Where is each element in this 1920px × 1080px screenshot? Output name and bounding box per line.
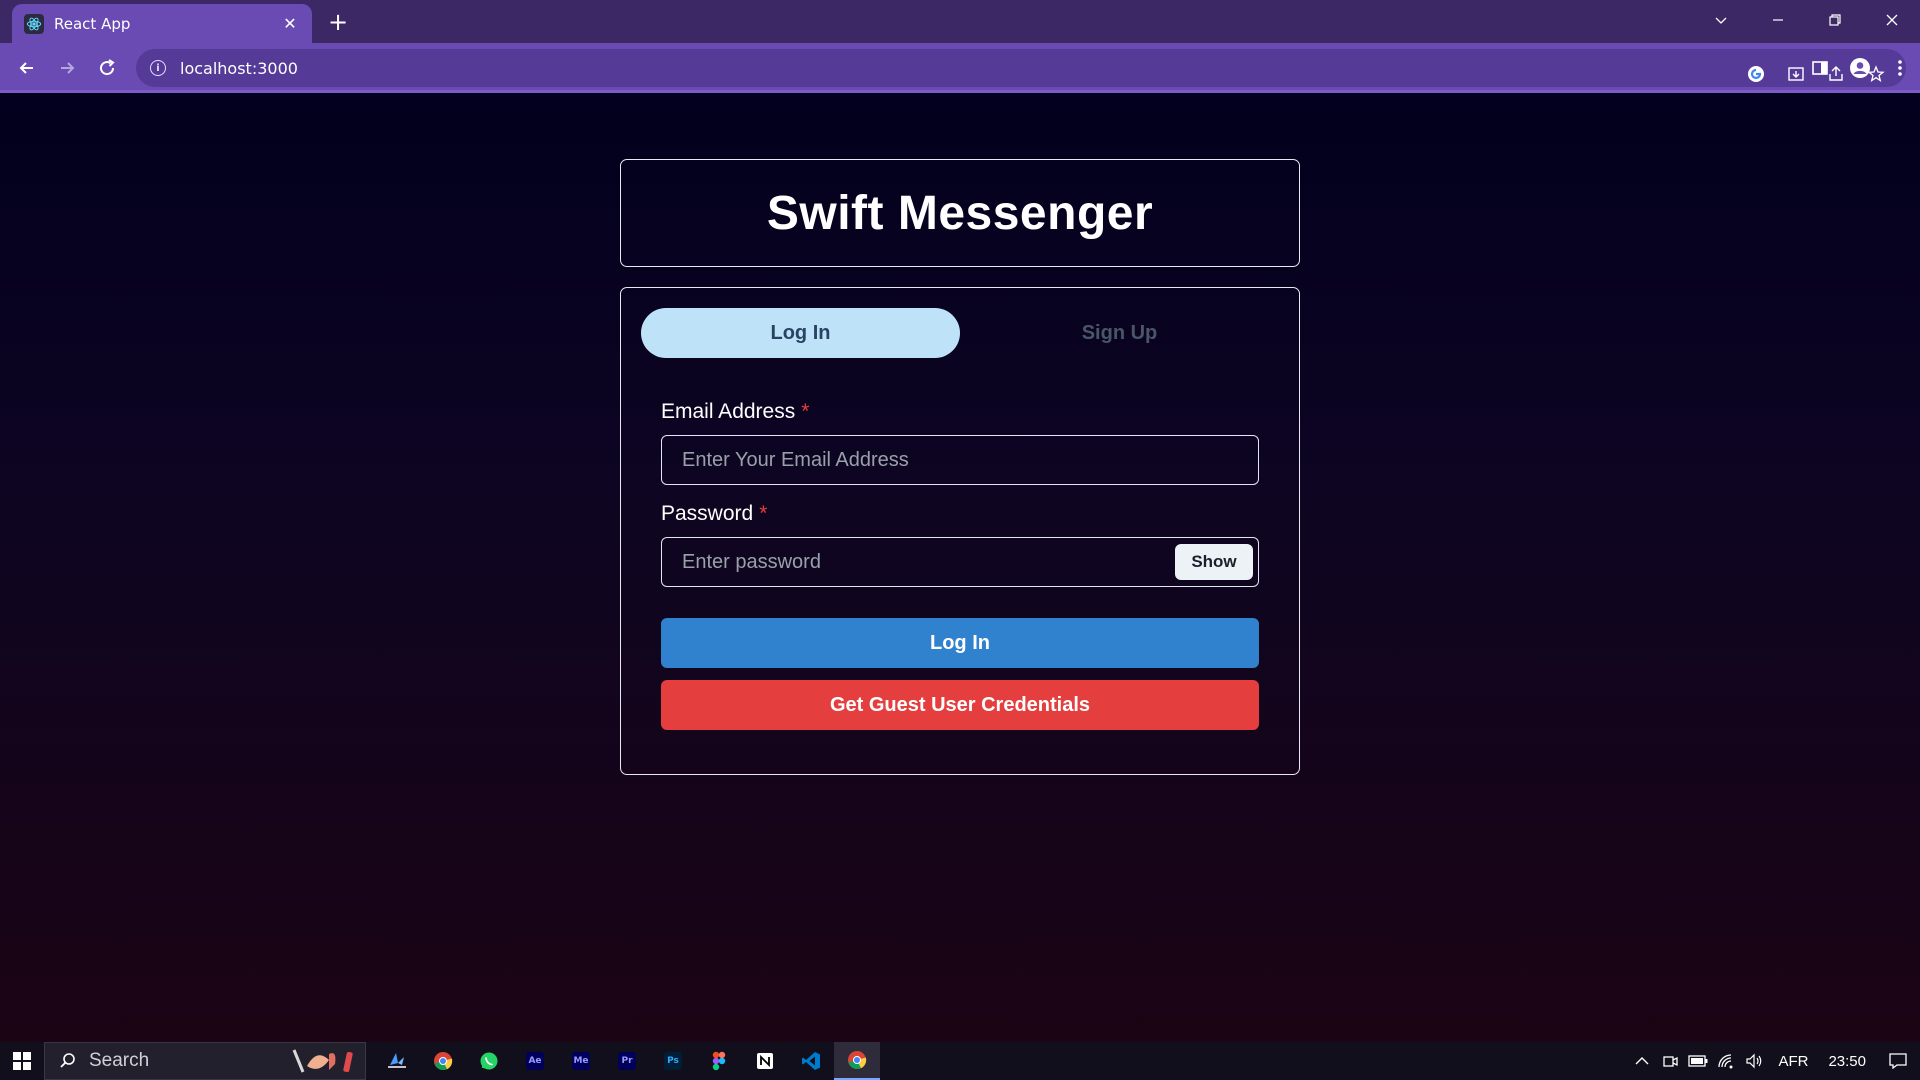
page-viewport: Swift Messenger Log In Sign Up Email Add…	[0, 96, 1920, 1042]
close-tab-icon[interactable]: ✕	[280, 14, 300, 33]
language-indicator[interactable]: AFR	[1778, 1053, 1808, 1070]
window-controls	[1692, 0, 1920, 40]
login-button[interactable]: Log In	[661, 618, 1259, 668]
tab-title: React App	[54, 14, 131, 33]
password-label: Password *	[661, 502, 767, 526]
taskbar-search-box[interactable]: Search	[44, 1042, 366, 1080]
restore-icon[interactable]	[1806, 0, 1863, 40]
toolbar-actions	[1800, 43, 1920, 93]
app-header-card: Swift Messenger	[620, 159, 1300, 267]
email-label-text: Email Address	[661, 400, 796, 423]
meet-now-icon[interactable]	[1656, 1042, 1684, 1080]
taskbar-app-figma-icon[interactable]	[696, 1042, 742, 1080]
volume-icon[interactable]	[1740, 1042, 1768, 1080]
minimize-icon[interactable]	[1749, 0, 1806, 40]
side-panel-icon[interactable]	[1800, 48, 1840, 88]
system-tray: AFR 23:50	[1628, 1042, 1920, 1080]
google-icon[interactable]	[1736, 54, 1776, 94]
taskbar-app-after-effects-icon[interactable]: Ae	[512, 1042, 558, 1080]
taskbar-app-chrome-active-icon[interactable]	[834, 1042, 880, 1080]
tab-search-icon[interactable]	[1692, 0, 1749, 40]
search-label: Search	[89, 1050, 150, 1071]
media-encoder-label: Me	[572, 1052, 590, 1070]
clock[interactable]: 23:50	[1828, 1053, 1866, 1070]
notifications-icon[interactable]	[1876, 1042, 1920, 1080]
photoshop-label: Ps	[664, 1052, 682, 1070]
taskbar-apps: Ae Me Pr Ps	[374, 1042, 880, 1080]
taskbar-app-chrome-icon[interactable]	[420, 1042, 466, 1080]
browser-tab-react-app[interactable]: React App ✕	[12, 4, 312, 43]
tab-signup[interactable]: Sign Up	[960, 308, 1279, 358]
close-window-icon[interactable]	[1863, 0, 1920, 40]
tab-login[interactable]: Log In	[641, 308, 960, 358]
email-input[interactable]: Enter Your Email Address	[661, 435, 1259, 485]
react-icon	[24, 13, 44, 34]
show-password-button[interactable]: Show	[1175, 544, 1253, 580]
required-mark: *	[801, 400, 810, 423]
browser-tab-strip: React App ✕ +	[0, 0, 1920, 43]
password-label-text: Password	[661, 502, 754, 525]
auth-card: Log In Sign Up Email Address * Enter Your…	[620, 287, 1300, 775]
forward-icon[interactable]	[52, 53, 82, 83]
required-mark: *	[759, 502, 768, 525]
taskbar-app-premiere-icon[interactable]: Pr	[604, 1042, 650, 1080]
taskbar: Search Ae Me Pr Ps AFR 23:50	[0, 1042, 1920, 1080]
auth-tabs: Log In Sign Up	[641, 308, 1279, 358]
reload-icon[interactable]	[92, 53, 122, 83]
taskbar-app-explorer-icon[interactable]	[374, 1042, 420, 1080]
email-placeholder: Enter Your Email Address	[682, 448, 909, 471]
wifi-icon[interactable]	[1712, 1042, 1740, 1080]
after-effects-label: Ae	[526, 1052, 544, 1070]
chevron-up-icon[interactable]	[1628, 1042, 1656, 1080]
search-highlight-art	[289, 1046, 359, 1076]
profile-icon[interactable]	[1840, 48, 1880, 88]
new-tab-button[interactable]: +	[324, 8, 352, 36]
battery-icon[interactable]	[1684, 1042, 1712, 1080]
search-icon	[60, 1053, 75, 1068]
browser-toolbar: i localhost:3000	[0, 43, 1920, 93]
email-label: Email Address *	[661, 400, 809, 424]
guest-credentials-button[interactable]: Get Guest User Credentials	[661, 680, 1259, 730]
taskbar-app-photoshop-icon[interactable]: Ps	[650, 1042, 696, 1080]
windows-start-icon[interactable]	[0, 1042, 44, 1080]
site-info-icon[interactable]: i	[150, 60, 166, 76]
more-menu-icon[interactable]	[1880, 48, 1920, 88]
address-bar[interactable]: i localhost:3000	[136, 49, 1906, 87]
premiere-label: Pr	[618, 1052, 636, 1070]
app-title: Swift Messenger	[766, 186, 1154, 240]
taskbar-app-vscode-icon[interactable]	[788, 1042, 834, 1080]
taskbar-app-media-encoder-icon[interactable]: Me	[558, 1042, 604, 1080]
password-placeholder: Enter password	[682, 550, 821, 573]
taskbar-app-notion-icon[interactable]	[742, 1042, 788, 1080]
taskbar-app-whatsapp-icon[interactable]	[466, 1042, 512, 1080]
back-icon[interactable]	[12, 53, 42, 83]
password-input[interactable]: Enter password Show	[661, 537, 1259, 587]
url-text: localhost:3000	[180, 58, 298, 78]
